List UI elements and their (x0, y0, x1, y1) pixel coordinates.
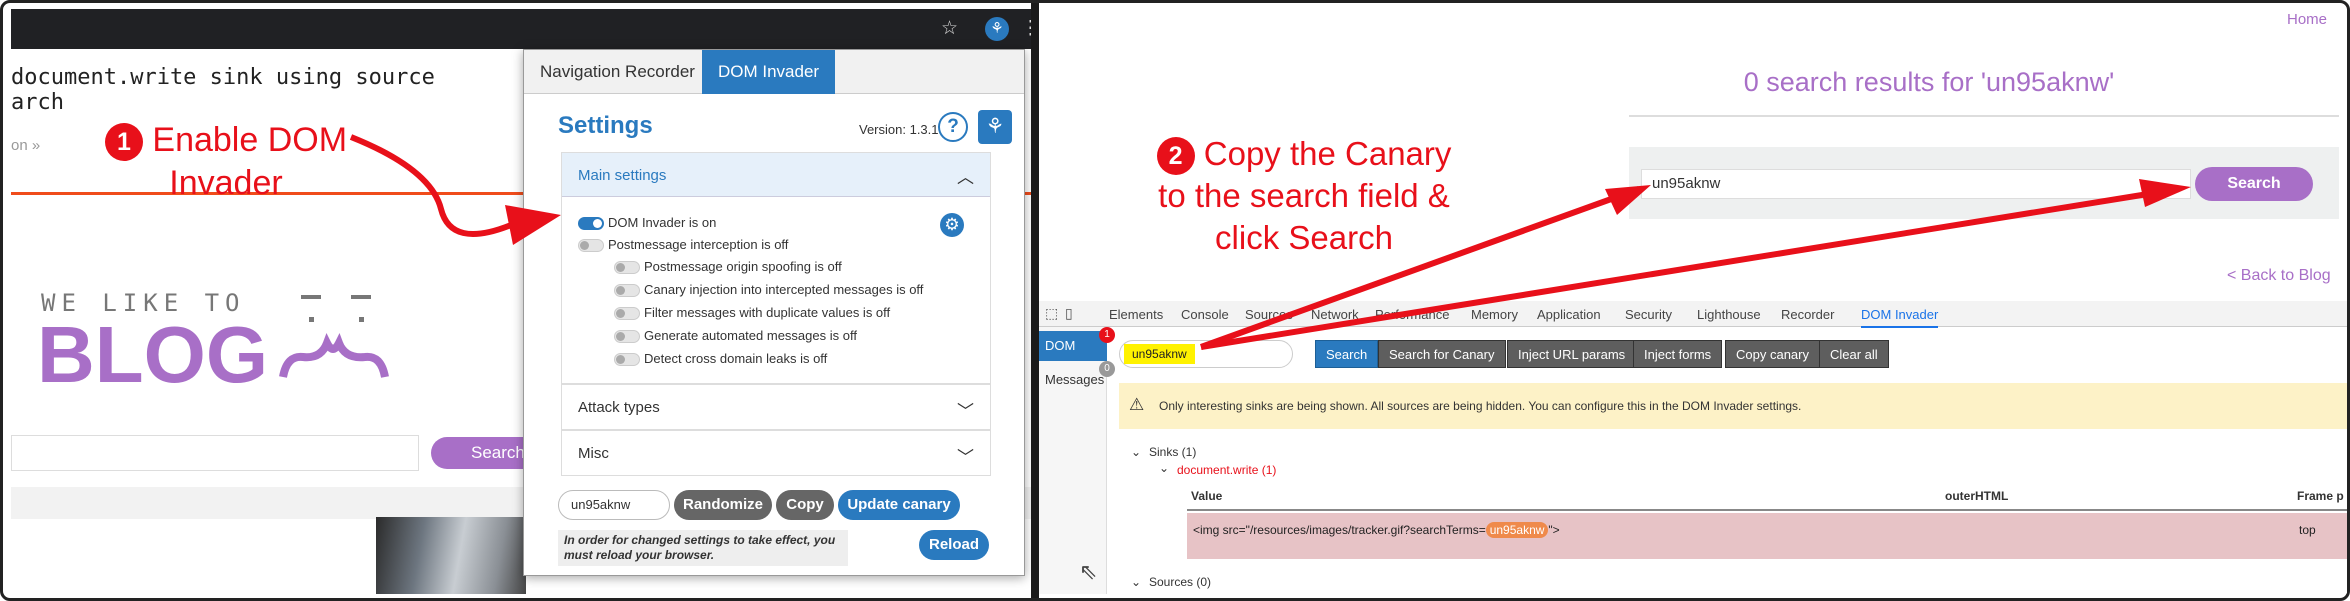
screenshot-frame: ☆ ⚘ ⋮ document.write sink using source a… (0, 0, 2350, 601)
left-browser-panel: ☆ ⚘ ⋮ document.write sink using source a… (11, 9, 1031, 594)
step2-arrows (1199, 179, 2191, 350)
step1-arrow (349, 134, 561, 245)
right-browser-panel: Home 0 search results for 'un95aknw' un9… (1039, 9, 2347, 594)
panel-divider (1031, 3, 1039, 598)
